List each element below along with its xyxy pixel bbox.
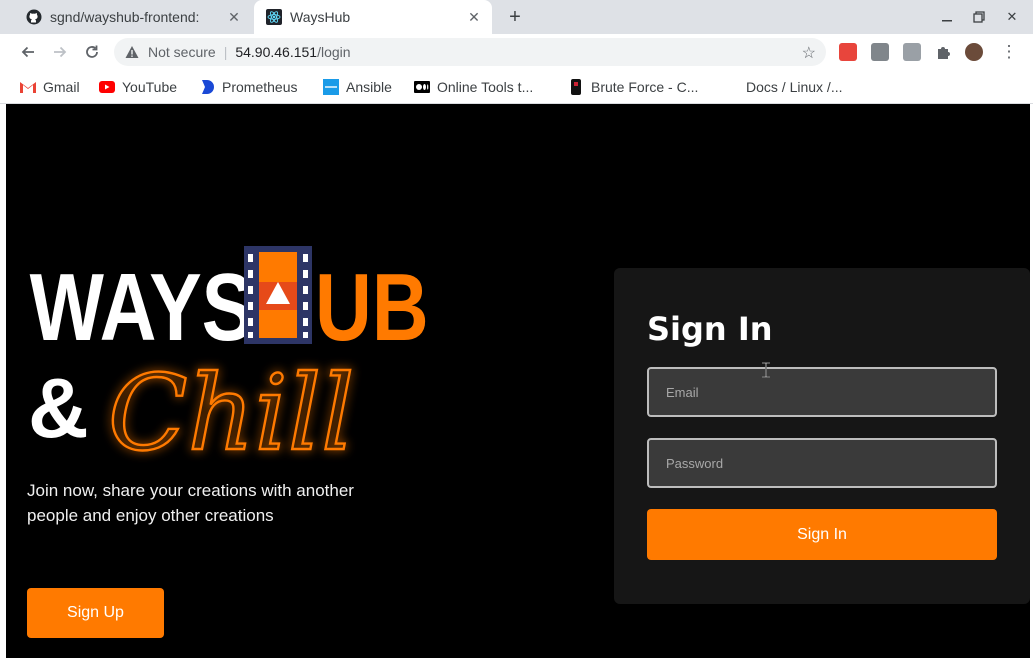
sign-in-card: Sign In Email Password Sign In: [614, 268, 1030, 604]
bookmarks-bar: Gmail YouTube Prometheus Ansible Online …: [0, 70, 1033, 104]
bookmark-label: Docs / Linux /...: [746, 79, 843, 95]
extension-icon[interactable]: [903, 43, 921, 61]
sign-in-button[interactable]: Sign In: [647, 509, 997, 560]
tab-title: WaysHub: [290, 9, 351, 25]
text-cursor-icon: [762, 362, 770, 378]
page-content: WAYS UB & Chill Join now, share your cre…: [6, 104, 1030, 658]
wayshub-logo: WAYS UB & Chill: [28, 246, 428, 469]
bookmark-label: Gmail: [43, 79, 80, 95]
extensions-puzzle-icon[interactable]: [935, 43, 953, 61]
minimize-icon[interactable]: [938, 8, 956, 26]
email-field[interactable]: Email: [647, 367, 997, 417]
bookmark-label: Prometheus: [222, 79, 298, 95]
logo-text-ub: UB: [315, 254, 428, 361]
logo-text-ways: WAYS: [30, 254, 255, 361]
close-icon[interactable]: ✕: [466, 9, 482, 25]
youtube-icon: [99, 79, 115, 95]
bookmark-label: Ansible: [346, 79, 392, 95]
gmail-icon: [20, 79, 36, 95]
close-icon[interactable]: ✕: [226, 9, 242, 25]
sign-up-button[interactable]: Sign Up: [27, 588, 164, 638]
react-icon: [266, 9, 282, 25]
address-bar[interactable]: Not secure | 54.90.46.151 /login ☆: [114, 38, 826, 66]
bookmark-label: Brute Force - C...: [591, 79, 699, 95]
bookmark-docs-linux[interactable]: Docs / Linux /...: [746, 77, 842, 97]
menu-kebab-icon[interactable]: ⋮: [999, 42, 1019, 62]
bookmark-ansible[interactable]: Ansible: [323, 77, 392, 97]
bookmark-online-tools[interactable]: Online Tools t...: [414, 77, 533, 97]
browser-toolbar: Not secure | 54.90.46.151 /login ☆ ⋮: [0, 34, 1033, 70]
ansible-icon: [323, 79, 339, 95]
url-host: 54.90.46.151: [235, 44, 318, 60]
new-tab-button[interactable]: +: [504, 6, 526, 28]
bookmark-label: YouTube: [122, 79, 178, 95]
bookmark-brute-force[interactable]: Brute Force - C...: [568, 77, 698, 97]
back-icon[interactable]: [18, 42, 38, 62]
restore-icon[interactable]: [970, 8, 988, 26]
security-label[interactable]: Not secure: [148, 44, 216, 60]
divider: |: [223, 44, 228, 60]
logo-ampersand: &: [28, 361, 89, 455]
warning-icon[interactable]: [124, 44, 140, 60]
bookmark-youtube[interactable]: YouTube: [99, 77, 177, 97]
browser-window: sgnd/wayshub-frontend: ✕ WaysHub ✕ + ✕ N…: [0, 0, 1033, 658]
tab-wayshub[interactable]: WaysHub ✕: [254, 0, 492, 34]
github-icon: [26, 9, 42, 25]
extension-icon[interactable]: [839, 43, 857, 61]
bookmark-icon: [568, 79, 584, 95]
tab-github[interactable]: sgnd/wayshub-frontend: ✕: [16, 0, 252, 34]
medium-icon: [414, 79, 430, 95]
url-path: /login: [317, 44, 351, 60]
tab-strip: sgnd/wayshub-frontend: ✕ WaysHub ✕ + ✕: [0, 0, 1033, 34]
reload-icon[interactable]: [82, 42, 102, 62]
bookmark-prometheus[interactable]: Prometheus: [199, 77, 297, 97]
bookmark-gmail[interactable]: Gmail: [20, 77, 80, 97]
password-field[interactable]: Password: [647, 438, 997, 488]
tagline: Join now, share your creations with anot…: [27, 481, 354, 525]
prometheus-icon: [199, 79, 215, 95]
sign-in-title: Sign In: [647, 310, 773, 348]
tab-title: sgnd/wayshub-frontend:: [50, 9, 200, 25]
avatar[interactable]: [965, 43, 983, 61]
logo-script-chill: Chill: [108, 352, 354, 469]
bookmark-star-icon[interactable]: ☆: [802, 43, 816, 63]
film-strip-icon: [244, 246, 312, 344]
forward-icon[interactable]: [50, 42, 70, 62]
close-window-icon[interactable]: ✕: [1003, 8, 1021, 26]
bookmark-label: Online Tools t...: [437, 79, 534, 95]
extension-icon[interactable]: [871, 43, 889, 61]
